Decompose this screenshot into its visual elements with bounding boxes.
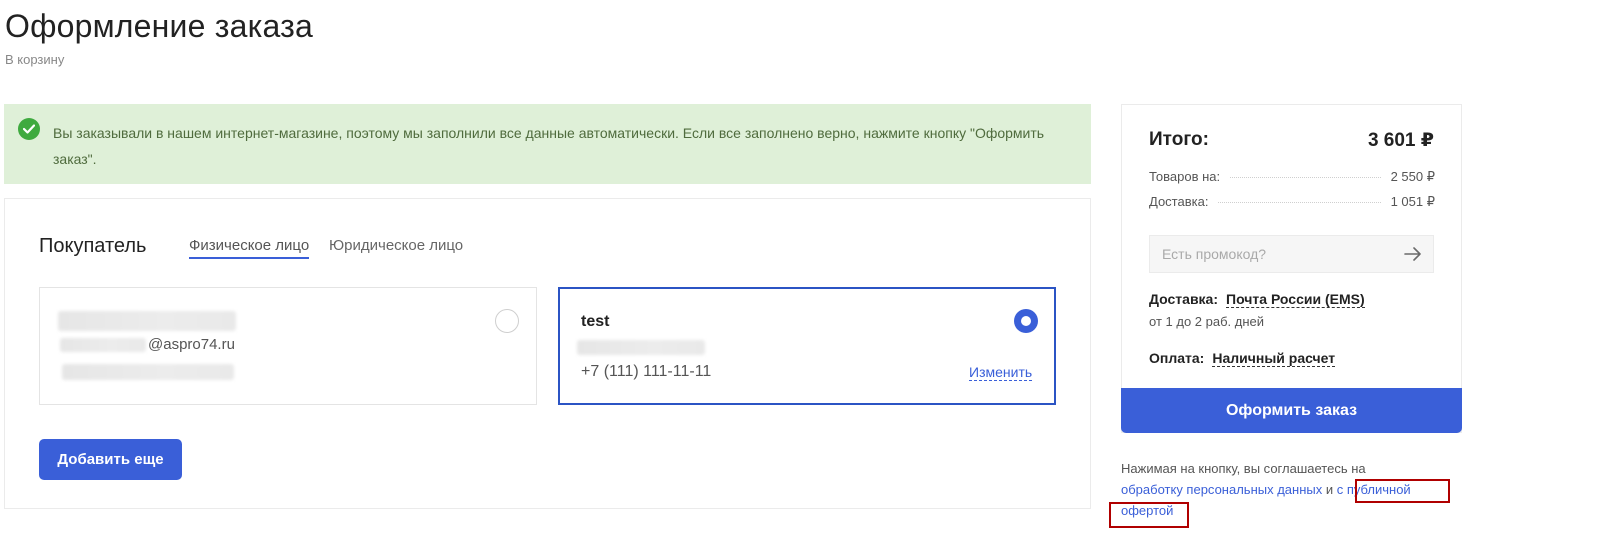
arrow-right-icon[interactable] [1403, 245, 1423, 263]
total-value: 3 601 ₽ [1367, 130, 1434, 151]
delivery-label: Доставка: [1149, 194, 1209, 209]
dotted-leader [1218, 202, 1381, 203]
goods-label: Товаров на: [1149, 169, 1221, 184]
profile-name-redacted [58, 311, 236, 331]
email-prefix-redacted [60, 338, 146, 352]
agreement-lead: Нажимая на кнопку, вы соглашаетесь на [1121, 461, 1366, 476]
total-label: Итого: [1149, 129, 1209, 150]
dotted-leader [1230, 177, 1381, 178]
public-offer-link-part1[interactable]: с публичной [1337, 482, 1411, 497]
profile-email-redacted [577, 340, 705, 355]
tab-individual[interactable]: Физическое лицо [189, 237, 310, 259]
profile-phone-redacted [62, 364, 234, 380]
payment-line: Оплата: Наличный расчет [1149, 350, 1336, 367]
promo-field [1149, 235, 1434, 273]
shipping-method-link[interactable]: Почта России (EMS) [1226, 291, 1365, 308]
order-summary: Итого: 3 601 ₽ Товаров на: 2 550 ₽ Доста… [1121, 104, 1462, 433]
goods-row: Товаров на: 2 550 ₽ [1149, 169, 1435, 185]
check-circle-icon [18, 118, 40, 140]
payment-label: Оплата: [1149, 350, 1205, 366]
place-order-button[interactable]: Оформить заказ [1121, 388, 1462, 433]
radio-selected-dot [1021, 316, 1031, 326]
page-title: Оформление заказа [5, 8, 313, 44]
buyer-title: Покупатель [39, 235, 147, 257]
profile-name: test [581, 313, 610, 330]
delivery-value: 1 051 ₽ [1390, 194, 1435, 209]
add-profile-button[interactable]: Добавить еще [39, 439, 182, 480]
privacy-policy-link[interactable]: обработку персональных данных [1121, 482, 1322, 497]
profile-2-radio[interactable] [1014, 309, 1038, 333]
profile-email-suffix: @aspro74.ru [148, 336, 235, 353]
agreement-text: Нажимая на кнопку, вы соглашаетесь на об… [1121, 458, 1461, 521]
goods-value: 2 550 ₽ [1390, 169, 1435, 184]
autofill-notice: Вы заказывали в нашем интернет-магазине,… [4, 104, 1091, 184]
shipping-line: Доставка: Почта России (EMS) [1149, 291, 1365, 308]
tab-legal-entity[interactable]: Юридическое лицо [329, 237, 463, 257]
agreement-conjunction: и [1322, 482, 1337, 497]
payment-method-link[interactable]: Наличный расчет [1212, 350, 1336, 367]
back-to-cart-link[interactable]: В корзину [5, 52, 64, 67]
public-offer-link-part2[interactable]: офертой [1121, 503, 1173, 518]
buyer-section: Покупатель Физическое лицо Юридическое л… [4, 198, 1091, 509]
notice-text: Вы заказывали в нашем интернет-магазине,… [53, 125, 1045, 167]
profile-1-radio[interactable] [495, 309, 519, 333]
delivery-row: Доставка: 1 051 ₽ [1149, 194, 1435, 210]
profile-card-2[interactable]: test +7 (111) 111-11-11 Изменить [558, 287, 1056, 405]
profile-phone: +7 (111) 111-11-11 [581, 363, 712, 380]
profile-card-1[interactable]: @aspro74.ru [39, 287, 537, 405]
shipping-label: Доставка: [1149, 291, 1219, 307]
edit-profile-link[interactable]: Изменить [969, 364, 1033, 381]
shipping-time: от 1 до 2 раб. дней [1149, 314, 1265, 329]
promo-input[interactable] [1150, 236, 1390, 272]
